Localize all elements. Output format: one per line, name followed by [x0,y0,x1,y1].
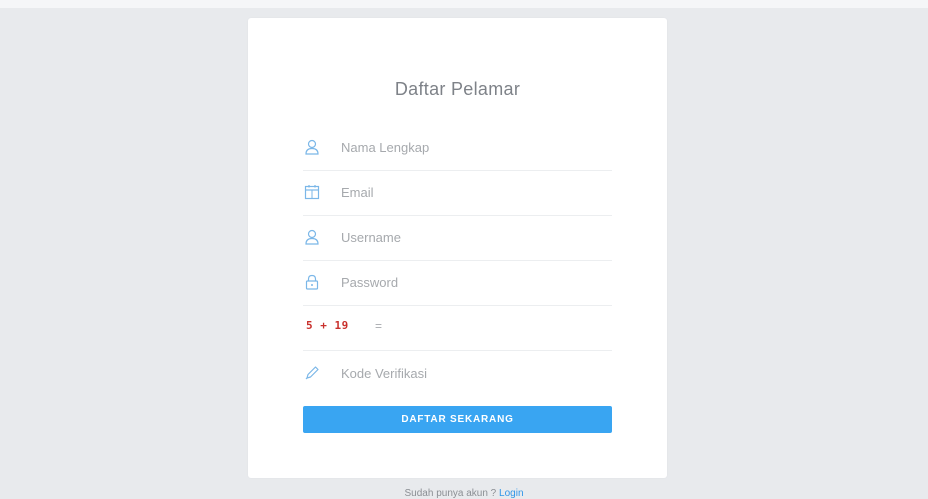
form-title: Daftar Pelamar [394,79,521,99]
footer-prompt: Sudah punya akun ? [404,488,497,499]
captcha-expression: 5 + 19 [306,319,349,332]
register-button[interactable]: DAFTAR SEKARANG [303,406,612,433]
email-input[interactable] [341,179,601,205]
captcha-equals: = [375,319,383,333]
username-field [303,216,612,261]
full-name-field [303,126,612,171]
user-icon [303,138,321,156]
user-icon [303,228,321,246]
password-field [303,261,612,306]
footer: Sudah punya akun ? Login [0,488,928,499]
verification-code-input[interactable] [341,360,601,386]
username-input[interactable] [341,224,601,250]
full-name-input[interactable] [341,134,601,160]
email-field [303,171,612,216]
password-input[interactable] [341,269,601,295]
captcha-row: 5 + 19 = [303,306,612,351]
page: Daftar Pelamar Nama Lengkap Email Userna… [0,0,928,499]
login-link[interactable]: Login [499,488,523,499]
top-strip [0,0,928,8]
calendar-icon [303,183,321,201]
lock-icon [303,273,321,291]
verification-field [303,352,612,396]
pencil-icon [303,364,321,382]
register-card: Daftar Pelamar Nama Lengkap Email Userna… [248,18,667,478]
